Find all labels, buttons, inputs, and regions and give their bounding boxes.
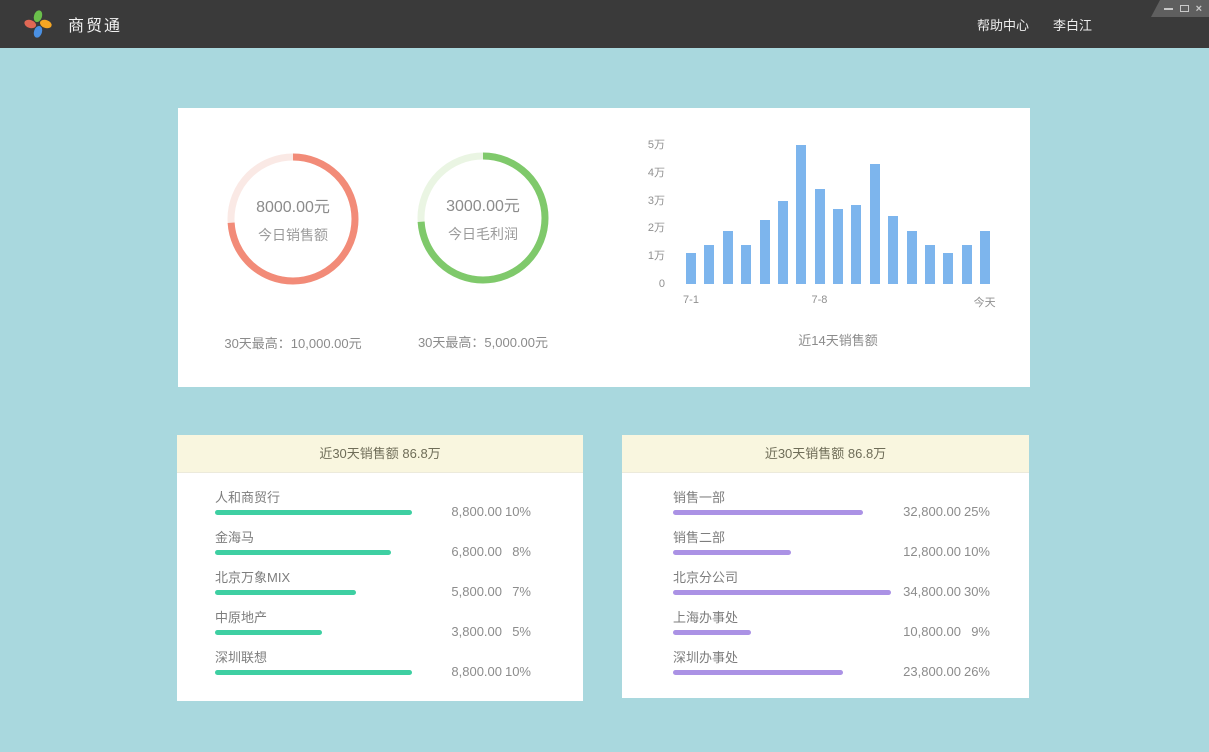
rank-row-amount: 8,800.00 xyxy=(422,664,502,680)
dept-rank-card: 近30天销售额 86.8万 销售一部32,800.0025%销售二部12,800… xyxy=(622,435,1029,698)
today-profit-gauge: 3000.00元 今日毛利润 30天最高：5,000.00元 xyxy=(383,152,583,351)
rank-row-name: 销售一部 xyxy=(673,487,725,506)
sales-14d-chart: 0 1万 2万 3万 4万 5万 7-1 7-8 今天 近14天销售额 xyxy=(633,138,1193,378)
day-sales-bar xyxy=(962,245,972,284)
help-center-link[interactable]: 帮助中心 xyxy=(977,15,1029,34)
today-profit-30d-max: 30天最高：5,000.00元 xyxy=(383,332,583,351)
customer-rank-card: 近30天销售额 86.8万 人和商贸行8,800.0010%金海马6,800.0… xyxy=(177,435,583,701)
app-logo-icon xyxy=(22,8,54,40)
today-sales-value: 8000.00元 xyxy=(256,193,330,217)
day-sales-bar xyxy=(760,220,770,284)
rank-row-percent: 26% xyxy=(961,664,990,680)
day-sales-bar xyxy=(778,201,788,284)
day-sales-bar xyxy=(723,231,733,284)
rank-row: 深圳办事处23,800.0026% xyxy=(622,633,1029,673)
x-tick-label: 今天 xyxy=(963,294,1007,310)
day-sales-bar xyxy=(907,231,917,284)
day-sales-bar xyxy=(704,245,714,284)
dashboard: 8000.00元 今日销售额 30天最高：10,000.00元 3000.00元… xyxy=(0,48,1209,752)
rank-row-name: 北京万象MIX xyxy=(215,567,290,586)
day-sales-bar xyxy=(851,205,861,284)
rank-row-name: 深圳联想 xyxy=(215,647,267,666)
rank-row-value: 23,800.0026% xyxy=(881,664,990,680)
rank-row: 上海办事处10,800.009% xyxy=(622,593,1029,633)
today-profit-label: 今日毛利润 xyxy=(448,224,518,244)
close-button[interactable]: × xyxy=(1196,4,1202,14)
rank-row-name: 人和商贸行 xyxy=(215,487,280,506)
rank-row-name: 销售二部 xyxy=(673,527,725,546)
username-menu[interactable]: 李白江 xyxy=(1053,15,1092,34)
rank-row: 销售一部32,800.0025% xyxy=(622,473,1029,513)
window-controls: × xyxy=(1151,0,1209,17)
minimize-button[interactable] xyxy=(1164,8,1173,10)
rank-row-name: 中原地产 xyxy=(215,607,267,626)
day-sales-bar xyxy=(741,245,751,284)
rank-row: 北京分公司34,800.0030% xyxy=(622,553,1029,593)
titlebar: 商贸通 帮助中心 李白江 × xyxy=(0,0,1209,48)
rank-row: 中原地产3,800.005% xyxy=(177,593,583,633)
x-tick-label: 7-1 xyxy=(669,294,713,306)
day-sales-bar xyxy=(980,231,990,284)
maximize-button[interactable] xyxy=(1180,5,1189,12)
today-sales-30d-max: 30天最高：10,000.00元 xyxy=(193,333,393,352)
rank-row-name: 北京分公司 xyxy=(673,567,738,586)
y-tick-label: 5万 xyxy=(633,138,665,152)
day-sales-bar xyxy=(870,164,880,284)
rank-row: 人和商贸行8,800.0010% xyxy=(177,473,583,513)
day-sales-bar xyxy=(943,253,953,284)
rank-row: 金海马6,800.008% xyxy=(177,513,583,553)
y-tick-label: 1万 xyxy=(633,249,665,263)
day-sales-bar xyxy=(888,216,898,284)
today-summary-card: 8000.00元 今日销售额 30天最高：10,000.00元 3000.00元… xyxy=(178,108,1030,387)
day-sales-bar xyxy=(815,189,825,284)
rank-row-bar xyxy=(673,670,843,675)
rank-row-name: 深圳办事处 xyxy=(673,647,738,666)
rank-row-bar xyxy=(215,670,412,675)
rank-row: 北京万象MIX5,800.007% xyxy=(177,553,583,593)
titlebar-nav: 帮助中心 李白江 xyxy=(977,0,1092,48)
y-tick-label: 0 xyxy=(633,277,665,291)
rank-row: 深圳联想8,800.0010% xyxy=(177,633,583,673)
dept-rank-title: 近30天销售额 86.8万 xyxy=(622,435,1029,473)
rank-row: 销售二部12,800.0010% xyxy=(622,513,1029,553)
rank-row-amount: 23,800.00 xyxy=(881,664,961,680)
today-sales-gauge: 8000.00元 今日销售额 30天最高：10,000.00元 xyxy=(193,153,393,352)
sales-14d-chart-plot xyxy=(686,145,990,284)
rank-row-value: 8,800.0010% xyxy=(422,664,531,680)
day-sales-bar xyxy=(686,253,696,284)
today-sales-label: 今日销售额 xyxy=(258,225,328,245)
y-tick-label: 2万 xyxy=(633,221,665,235)
y-tick-label: 4万 xyxy=(633,166,665,180)
rank-row-name: 金海马 xyxy=(215,527,254,546)
day-sales-bar xyxy=(833,209,843,284)
rank-row-percent: 10% xyxy=(502,664,531,680)
day-sales-bar xyxy=(925,245,935,284)
app-title: 商贸通 xyxy=(68,12,122,36)
y-tick-label: 3万 xyxy=(633,194,665,208)
customer-rank-rows: 人和商贸行8,800.0010%金海马6,800.008%北京万象MIX5,80… xyxy=(177,473,583,673)
customer-rank-title: 近30天销售额 86.8万 xyxy=(177,435,583,473)
today-profit-value: 3000.00元 xyxy=(446,192,520,216)
sales-14d-chart-title: 近14天销售额 xyxy=(686,330,990,349)
rank-row-name: 上海办事处 xyxy=(673,607,738,626)
dept-rank-rows: 销售一部32,800.0025%销售二部12,800.0010%北京分公司34,… xyxy=(622,473,1029,673)
x-tick-label: 7-8 xyxy=(797,294,841,306)
day-sales-bar xyxy=(796,145,806,284)
